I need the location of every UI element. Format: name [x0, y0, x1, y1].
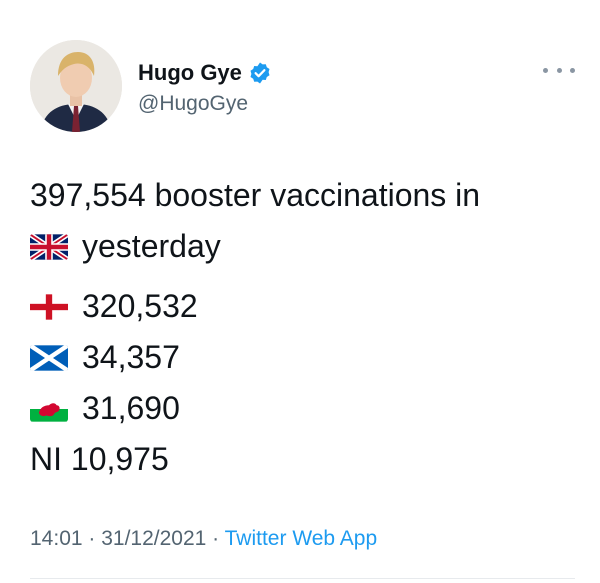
stat-value: 320,532 [82, 288, 198, 324]
avatar[interactable] [30, 40, 122, 132]
tweet-metadata: 14:01 · 31/12/2021 · Twitter Web App [30, 527, 377, 551]
divider [30, 578, 575, 579]
stat-value: 31,690 [82, 390, 180, 426]
tweet-line: yesterday [30, 221, 575, 272]
more-options-icon[interactable] [543, 62, 575, 78]
display-name[interactable]: Hugo Gye [138, 60, 242, 86]
stat-row-england: 320,532 [30, 281, 575, 332]
tweet-text: 397,554 booster vaccinations in yesterda… [30, 170, 575, 485]
england-flag-icon [30, 293, 68, 320]
separator: · [206, 527, 225, 550]
stat-value: NI 10,975 [30, 441, 169, 477]
tweet-line: 397,554 booster vaccinations in [30, 170, 575, 221]
scotland-flag-icon [30, 344, 68, 371]
author-info: Hugo Gye @HugoGye [138, 58, 272, 116]
verified-badge-icon [248, 61, 272, 85]
author-handle[interactable]: @HugoGye [138, 92, 272, 116]
source-app-link[interactable]: Twitter Web App [225, 527, 378, 550]
avatar-image [30, 40, 122, 132]
stat-value: 34,357 [82, 339, 180, 375]
uk-flag-icon [30, 233, 68, 260]
separator: · [82, 527, 102, 550]
tweet-line-text: 397,554 booster vaccinations in [30, 177, 481, 213]
tweet-date[interactable]: 31/12/2021 [101, 527, 206, 550]
stat-row-scotland: 34,357 [30, 332, 575, 383]
wales-flag-icon [30, 395, 68, 422]
tweet-header: Hugo Gye @HugoGye [30, 40, 575, 132]
tweet-line-text: yesterday [82, 228, 221, 264]
stat-row-ni: NI 10,975 [30, 434, 575, 485]
stat-row-wales: 31,690 [30, 383, 575, 434]
tweet-time[interactable]: 14:01 [30, 527, 83, 550]
